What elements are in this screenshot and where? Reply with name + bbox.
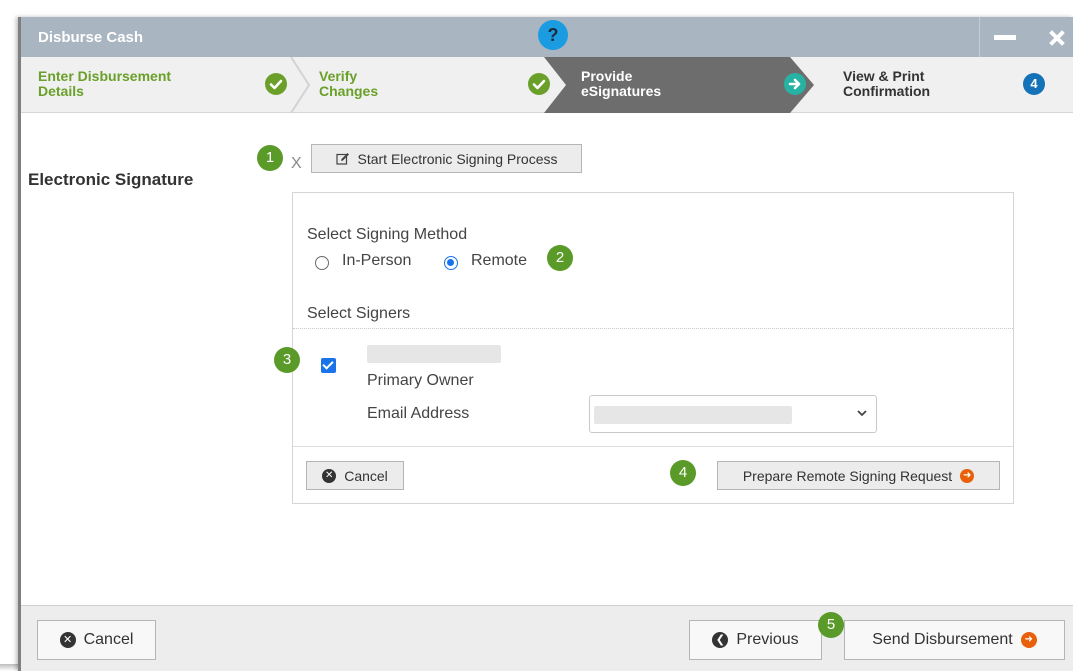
- signer-role: Primary Owner: [367, 372, 474, 389]
- send-disbursement-label: Send Disbursement: [872, 631, 1013, 648]
- signers-divider: [293, 328, 1013, 329]
- prepare-remote-signing-label: Prepare Remote Signing Request: [742, 467, 953, 484]
- step-provide-esignatures-label: Provide eSignatures: [581, 69, 661, 99]
- disburse-cash-dialog: Disburse Cash ? Enter Disbursement Detai…: [18, 17, 1073, 671]
- arrow-right-icon: ➜: [960, 468, 975, 483]
- help-icon[interactable]: ?: [538, 20, 568, 50]
- email-address-label: Email Address: [367, 405, 470, 422]
- check-icon: [265, 73, 287, 95]
- arrow-left-icon: ❮: [712, 632, 729, 648]
- signer-checkbox[interactable]: [321, 358, 336, 373]
- step-label-line: View & Print: [843, 68, 925, 84]
- step-verify-changes[interactable]: Verify Changes: [319, 69, 378, 99]
- close-button[interactable]: [1041, 21, 1071, 53]
- dialog-title: Disburse Cash: [38, 29, 144, 46]
- titlebar-divider: [979, 17, 980, 57]
- step-label-line: Details: [38, 83, 84, 99]
- send-disbursement-button[interactable]: Send Disbursement ➜: [844, 620, 1065, 660]
- cancel-button[interactable]: ✕ Cancel: [37, 620, 156, 660]
- x-mark: X: [291, 155, 302, 172]
- minimize-button[interactable]: [994, 35, 1016, 40]
- step-label-line: Verify: [319, 68, 358, 84]
- signer-name-redacted: [367, 345, 501, 363]
- panel-cancel-button[interactable]: ✕ Cancel: [306, 461, 404, 490]
- in-person-label: In-Person: [342, 252, 412, 269]
- step-label-line: Provide: [581, 68, 633, 84]
- annotation-badge-5: 5: [818, 612, 844, 638]
- remote-label: Remote: [471, 252, 528, 269]
- arrow-right-icon: [784, 73, 806, 95]
- step-separator-arrow: [290, 57, 311, 113]
- dialog-footer: ✕ Cancel ❮ Previous 5 Send Disbursement …: [21, 605, 1073, 671]
- start-signing-button[interactable]: Start Electronic Signing Process: [311, 144, 582, 173]
- annotation-badge-1: 1: [257, 145, 283, 171]
- step-enter-disbursement-details[interactable]: Enter Disbursement Details: [38, 69, 171, 99]
- select-signers-label: Select Signers: [307, 305, 411, 322]
- arrow-right-icon: ➜: [1020, 632, 1037, 648]
- previous-label: Previous: [736, 631, 799, 648]
- email-value-redacted: [594, 406, 792, 424]
- title-bar: Disburse Cash ?: [21, 17, 1073, 57]
- radio-remote[interactable]: [444, 256, 458, 270]
- start-signing-label: Start Electronic Signing Process: [357, 150, 558, 167]
- wizard-steps: Enter Disbursement Details Verify Change…: [21, 57, 1073, 113]
- cancel-icon: ✕: [59, 632, 76, 648]
- step-view-print-confirmation[interactable]: View & Print Confirmation: [843, 69, 930, 99]
- cancel-icon: ✕: [322, 468, 337, 483]
- signing-method-label: Select Signing Method: [307, 226, 468, 243]
- check-icon: [528, 73, 550, 95]
- annotation-badge-4: 4: [670, 460, 696, 486]
- annotation-badge-3: 3: [274, 347, 300, 373]
- section-heading: Electronic Signature: [28, 170, 194, 189]
- step-label-line: eSignatures: [581, 83, 662, 99]
- panel-footer: ✕ Cancel Prepare Remote Signing Request …: [293, 446, 1013, 503]
- cancel-label: Cancel: [83, 631, 134, 648]
- step-label-line: Changes: [319, 83, 379, 99]
- prepare-remote-signing-button[interactable]: Prepare Remote Signing Request ➜: [717, 461, 1000, 490]
- previous-button[interactable]: ❮ Previous: [689, 620, 822, 660]
- step-label-line: Enter Disbursement: [38, 68, 172, 84]
- email-address-select[interactable]: [589, 395, 877, 433]
- step-number-badge: 4: [1023, 73, 1045, 95]
- step-label-line: Confirmation: [843, 83, 931, 99]
- panel-cancel-label: Cancel: [344, 467, 388, 484]
- esignature-panel: Select Signing Method In-Person Remote 2…: [292, 192, 1014, 504]
- chevron-down-icon: [857, 410, 867, 417]
- edit-icon: [335, 152, 349, 165]
- radio-in-person[interactable]: [315, 256, 329, 270]
- annotation-badge-2: 2: [547, 245, 573, 271]
